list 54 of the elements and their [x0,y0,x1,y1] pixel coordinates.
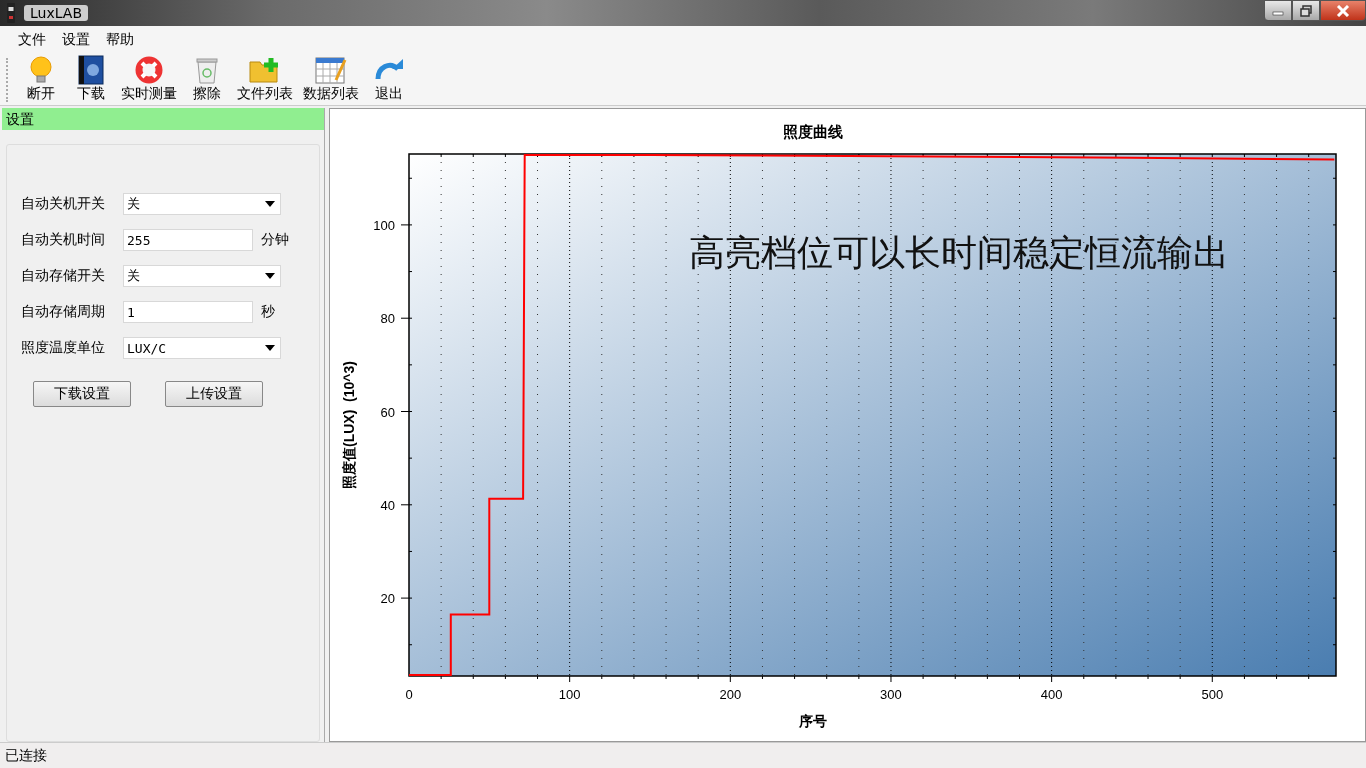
y-tick-label: 60 [380,404,395,420]
x-tick-label: 400 [1040,687,1063,702]
field-label: 自动存储开关 [21,267,106,285]
caret-icon [265,345,275,351]
device-icon [6,3,16,23]
x-tick-label: 100 [558,687,581,702]
x-tick-label: 0 [405,687,413,702]
restore-icon [1300,4,1312,17]
window-title: LuxLAB [24,5,88,21]
address-book-icon [77,55,105,85]
dropdown[interactable]: LUX/C [123,337,281,359]
dropdown[interactable]: 关 [123,193,281,215]
y-tick-label: 20 [380,591,395,607]
action-button[interactable]: 下载设置 [33,381,131,407]
unit-label: 秒 [261,303,275,321]
field-label: 自动存储周期 [21,303,106,321]
y-tick-label: 100 [373,217,395,233]
field-label: 自动关机时间 [21,231,106,249]
menu-item[interactable]: 文件 [10,29,54,51]
menu-item[interactable]: 设置 [54,29,98,51]
toolbar-button[interactable]: 数据列表 [301,55,361,105]
status-text: 已连接 [5,746,47,765]
unit-label: 分钟 [261,231,289,249]
y-tick-label: 80 [380,311,395,327]
dropdown[interactable]: 关 [123,265,281,287]
panel-header: 设置 [2,108,324,130]
input-field[interactable]: 1 [123,301,253,323]
toolbar-button[interactable]: 退出 [367,55,411,105]
x-tick-label: 200 [719,687,742,702]
x-axis-label: 序号 [798,713,827,729]
close-icon [1336,4,1350,17]
bulb-icon [28,55,54,85]
y-tick-label: 40 [380,497,395,513]
field-label: 照度温度单位 [21,339,106,357]
toolbar-button[interactable]: 下载 [69,55,113,105]
toolbar-button[interactable]: 擦除 [185,55,229,105]
x-tick-label: 300 [880,687,902,702]
y-axis-label: 照度值(LUX) (10^3) [341,361,357,489]
menu-item[interactable]: 帮助 [98,29,142,51]
chart-annotation: 高亮档位可以长时间稳定恒流输出 [689,232,1229,273]
input-field[interactable]: 255 [123,229,253,251]
folder-plus-icon [249,55,281,85]
minimize-button[interactable] [1264,0,1292,21]
chart-title: 照度曲线 [782,123,843,140]
maximize-button[interactable] [1292,0,1320,21]
toolbar-button[interactable]: 实时测量 [119,55,179,105]
toolbar-button[interactable]: 文件列表 [235,55,295,105]
x-tick-label: 500 [1201,687,1224,702]
toolbar-button[interactable]: 断开 [19,55,63,105]
caret-icon [265,201,275,207]
caret-icon [265,273,275,279]
field-label: 自动关机开关 [21,195,106,213]
close-button[interactable] [1320,0,1366,21]
action-button[interactable]: 上传设置 [165,381,263,407]
